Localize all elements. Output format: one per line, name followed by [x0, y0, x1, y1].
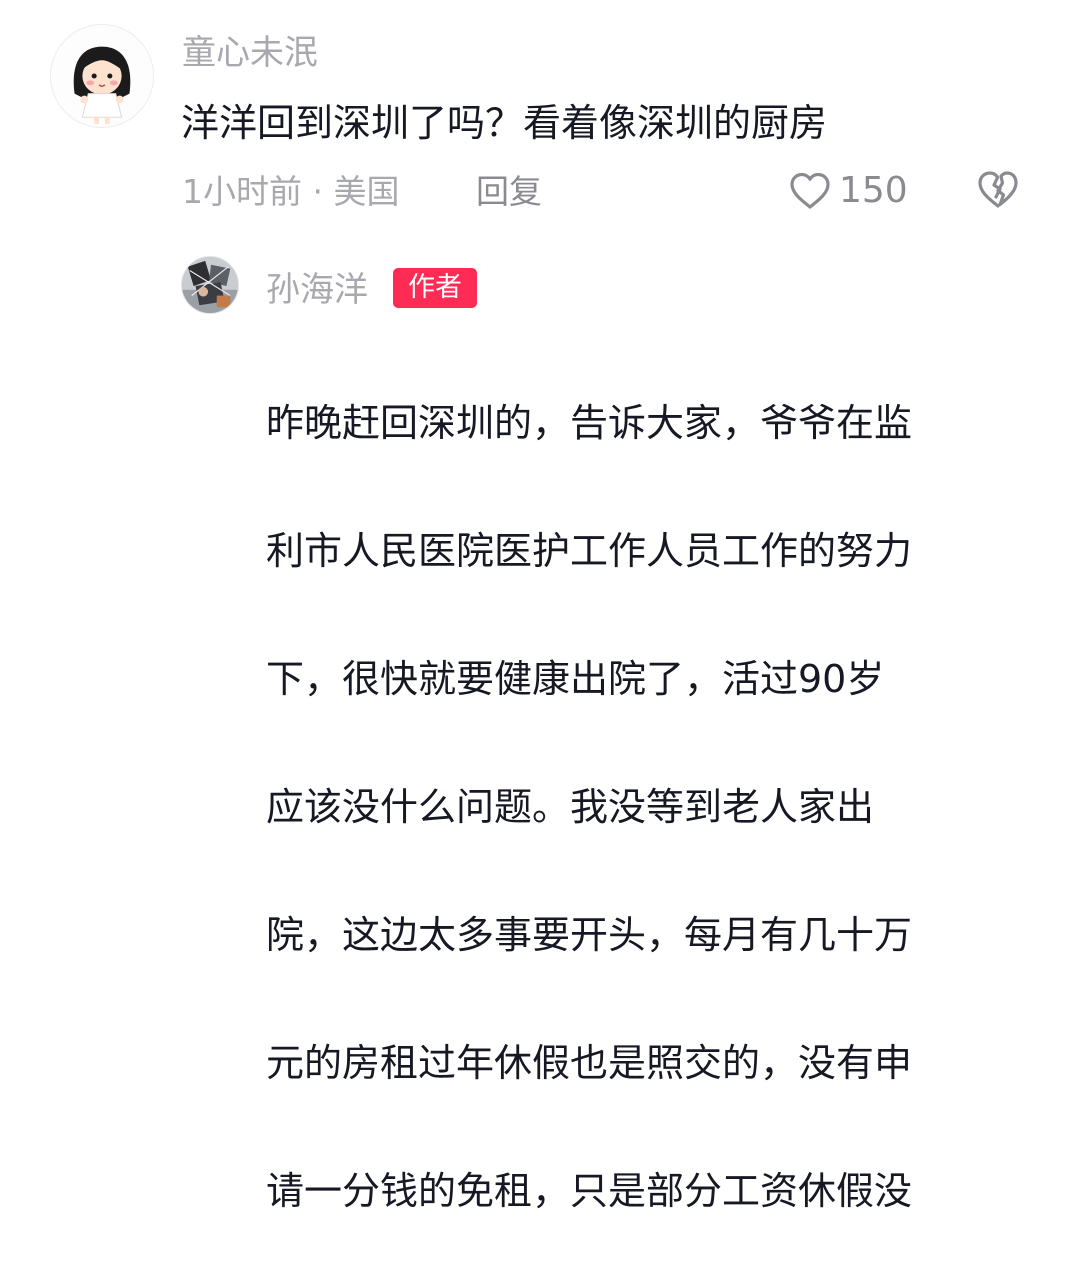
broken-heart-icon: [978, 171, 1018, 208]
like-button[interactable]: 150: [788, 168, 908, 214]
commenter-avatar[interactable]: [50, 24, 154, 128]
reply-line: 元的房租过年休假也是照交的，没有申: [266, 1041, 913, 1085]
dislike-button[interactable]: [975, 168, 1021, 214]
cartoon-girl-avatar-icon: [51, 25, 153, 127]
comment-thread: { "comment": { "avatar_icon": "user-avat…: [0, 0, 1079, 1213]
reply-line: 应该没什么问题。我没等到老人家出: [266, 785, 875, 829]
reply-text: 昨晚赶回深圳的，告诉大家，爷爷在监 利市人民医院医护工作人员工作的努力 下，很快…: [266, 327, 1046, 1287]
photo-avatar-icon: [182, 257, 238, 313]
comment-time-location: 1小时前 · 美国: [182, 172, 400, 211]
reply-button[interactable]: 回复: [476, 171, 542, 213]
reply-line: 院，这边太多事要开头，每月有几十万: [266, 913, 913, 957]
author-badge: 作者: [393, 268, 477, 308]
commenter-username[interactable]: 童心未泯: [182, 33, 318, 73]
reply-line: 利市人民医院医护工作人员工作的努力: [266, 529, 913, 573]
reply-line: 昨晚赶回深圳的，告诉大家，爷爷在监: [266, 401, 913, 445]
author-avatar[interactable]: [181, 256, 239, 314]
reply-line: 请一分钱的免租，只是部分工资休假没: [266, 1169, 913, 1213]
reply-line: 下，很快就要健康出院了，活过90岁: [266, 657, 885, 701]
heart-outline-icon: [790, 172, 830, 209]
like-count: 150: [839, 170, 908, 211]
author-username[interactable]: 孙海洋: [266, 270, 368, 310]
comment-text: 洋洋回到深圳了吗？看着像深圳的厨房: [181, 101, 828, 145]
